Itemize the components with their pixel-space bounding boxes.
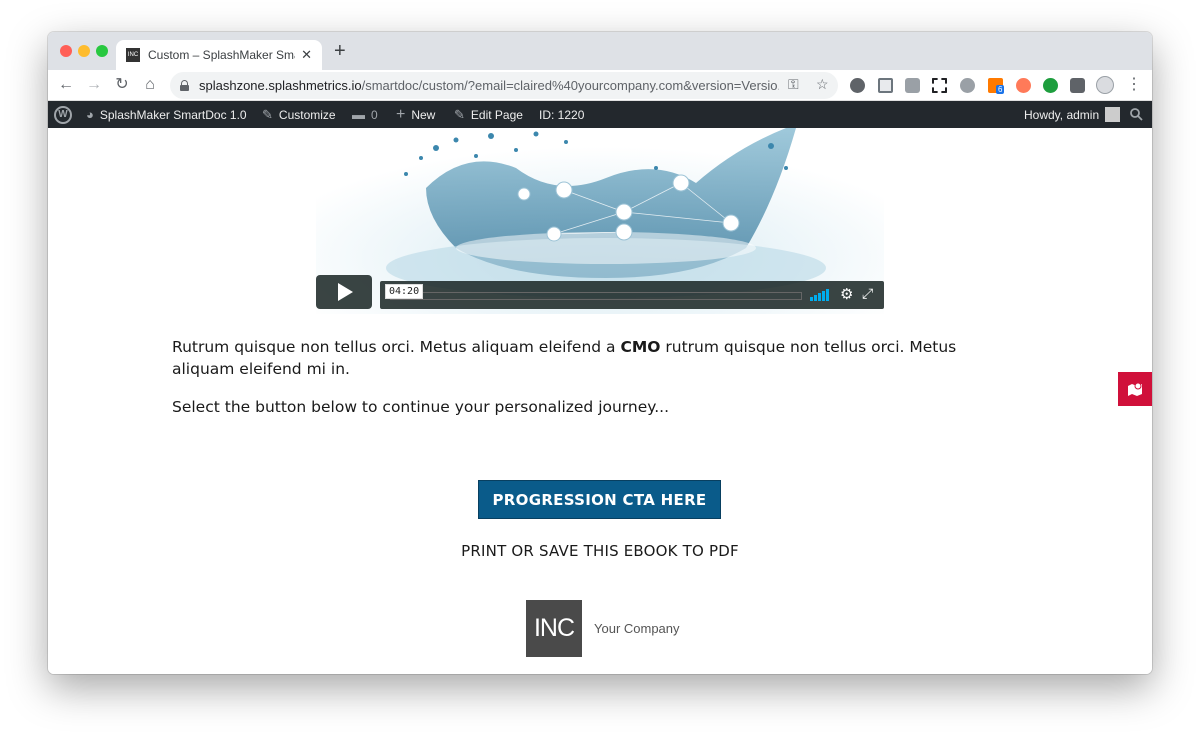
progression-cta-button[interactable]: PROGRESSION CTA HERE bbox=[478, 480, 721, 519]
page-content: 04:20 ⚙ ⤢ Rutrum quisque non tellus orci… bbox=[48, 128, 1152, 674]
pencil-icon: ✎ bbox=[454, 106, 465, 122]
search-icon[interactable] bbox=[1130, 101, 1143, 128]
tab-close-icon[interactable]: ✕ bbox=[301, 47, 312, 63]
brush-icon: ✎ bbox=[262, 106, 273, 122]
wp-admin-bar: W ◕ SplashMaker SmartDoc 1.0 ✎ Customize… bbox=[48, 101, 1152, 128]
screenshot-extension-icon[interactable] bbox=[932, 78, 947, 93]
body-text: Rutrum quisque non tellus orci. Metus al… bbox=[172, 336, 992, 434]
new-content-menu[interactable]: + New bbox=[396, 101, 435, 128]
extension-badge: 6 bbox=[996, 85, 1005, 94]
company-name: Your Company bbox=[594, 621, 680, 636]
feedback-side-tab[interactable] bbox=[1118, 372, 1152, 406]
home-icon[interactable]: ⌂ bbox=[140, 75, 160, 95]
edit-page-link[interactable]: ✎ Edit Page bbox=[454, 101, 523, 128]
key-icon[interactable]: ⚿ bbox=[788, 76, 799, 93]
site-name-menu[interactable]: ◕ SplashMaker SmartDoc 1.0 bbox=[86, 101, 247, 128]
comment-icon: ▬ bbox=[352, 107, 365, 122]
edit-page-label: Edit Page bbox=[470, 107, 523, 122]
settings-gear-icon[interactable]: ⚙ bbox=[840, 285, 853, 303]
intro-paragraph: Rutrum quisque non tellus orci. Metus al… bbox=[172, 338, 957, 378]
plus-icon: + bbox=[396, 105, 406, 123]
fullscreen-icon[interactable]: ⤢ bbox=[862, 285, 873, 302]
puzzle-icon[interactable] bbox=[1070, 78, 1085, 93]
bookmark-star-icon[interactable]: ☆ bbox=[816, 76, 829, 93]
more-menu-icon[interactable]: ⋮ bbox=[1124, 75, 1144, 95]
new-label: New bbox=[411, 107, 436, 122]
extension-u-icon[interactable] bbox=[960, 78, 975, 93]
profile-avatar[interactable] bbox=[1096, 76, 1114, 94]
map-icon bbox=[1128, 382, 1142, 396]
customize-label: Customize bbox=[278, 107, 336, 122]
comments-count: 0 bbox=[371, 107, 378, 122]
tab-favicon-icon: INC bbox=[126, 48, 140, 62]
maximize-window-button[interactable] bbox=[96, 45, 108, 57]
drive-extension-icon[interactable] bbox=[878, 78, 893, 93]
minimize-window-button[interactable] bbox=[78, 45, 90, 57]
video-player: 04:20 ⚙ ⤢ bbox=[316, 275, 884, 309]
extension-circle-icon[interactable] bbox=[850, 78, 865, 93]
extension-badge-icon[interactable]: 6 bbox=[988, 78, 1005, 94]
forward-icon[interactable]: → bbox=[84, 75, 104, 95]
volume-icon[interactable] bbox=[810, 289, 832, 301]
address-bar[interactable]: splashzone.splashmetrics.io/smartdoc/cus… bbox=[170, 72, 838, 99]
dashboard-icon: ◕ bbox=[86, 107, 94, 122]
page-id: ID: 1220 bbox=[539, 107, 585, 122]
my-account-menu[interactable]: Howdy, admin bbox=[1024, 101, 1121, 128]
play-button[interactable] bbox=[316, 275, 372, 309]
lock-icon[interactable] bbox=[180, 80, 189, 91]
chat-extension-icon[interactable] bbox=[905, 78, 920, 93]
howdy-label: Howdy, admin bbox=[1024, 107, 1100, 122]
logo-mark: INC bbox=[526, 600, 582, 657]
hubspot-icon[interactable] bbox=[1016, 78, 1031, 93]
wp-logo-menu[interactable]: W bbox=[54, 101, 72, 128]
video-controls: 04:20 ⚙ ⤢ bbox=[380, 281, 884, 309]
video-timecode: 04:20 bbox=[385, 284, 424, 299]
company-logo: INC Your Company bbox=[526, 600, 680, 657]
url-text[interactable]: splashzone.splashmetrics.io/smartdoc/cus… bbox=[199, 78, 779, 93]
tab-strip: INC Custom – SplashMaker SmartD ✕ + bbox=[48, 32, 1152, 70]
site-name: SplashMaker SmartDoc 1.0 bbox=[99, 107, 247, 122]
grammar-extension-icon[interactable] bbox=[1043, 78, 1058, 93]
customize-link[interactable]: ✎ Customize bbox=[262, 101, 336, 128]
browser-window: INC Custom – SplashMaker SmartD ✕ + ← → … bbox=[48, 32, 1152, 674]
instruction-paragraph: Select the button below to continue your… bbox=[172, 398, 670, 416]
back-icon[interactable]: ← bbox=[56, 75, 76, 95]
video-progress-bar[interactable]: 04:20 bbox=[385, 284, 802, 300]
tab-title: Custom – SplashMaker SmartD bbox=[148, 48, 295, 62]
avatar bbox=[1105, 107, 1121, 122]
comments-link[interactable]: ▬ 0 bbox=[352, 101, 378, 128]
new-tab-button[interactable]: + bbox=[334, 41, 346, 61]
wordpress-icon: W bbox=[54, 105, 72, 124]
close-window-button[interactable] bbox=[60, 45, 72, 57]
print-save-pdf-link[interactable]: PRINT OR SAVE THIS EBOOK TO PDF bbox=[48, 542, 1152, 560]
reload-icon[interactable]: ↻ bbox=[112, 75, 132, 95]
play-icon bbox=[338, 283, 353, 301]
browser-tab[interactable]: INC Custom – SplashMaker SmartD ✕ bbox=[116, 40, 322, 70]
browser-toolbar: ← → ↻ ⌂ splashzone.splashmetrics.io/smar… bbox=[48, 70, 1152, 101]
